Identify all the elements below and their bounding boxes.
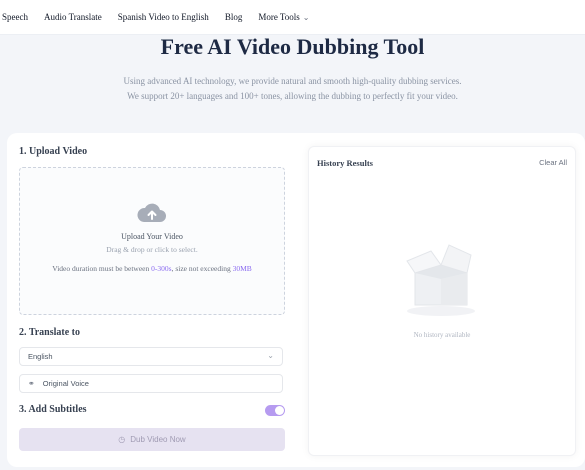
chevron-down-icon: ⌄ [267, 351, 274, 360]
video-upload-dropzone[interactable]: Upload Your Video Drag & drop or click t… [19, 167, 285, 315]
nav-item-more-tools[interactable]: More Tools ⌄ [258, 12, 309, 22]
page-subtitle: Using advanced AI technology, we provide… [0, 74, 585, 104]
upload-title: Upload Your Video [121, 232, 183, 241]
dub-video-button[interactable]: ◷ Dub Video Now [19, 428, 285, 451]
nav-more-tools-label: More Tools [258, 12, 300, 22]
clear-all-button[interactable]: Clear All [539, 158, 567, 167]
empty-box-icon [406, 244, 475, 316]
subtitles-section-title: 3. Add Subtitles [19, 404, 87, 415]
nav-item-audio-translate[interactable]: Audio Translate [44, 12, 102, 22]
nav-item-speech[interactable]: Speech [2, 12, 28, 22]
chevron-down-icon: ⌄ [302, 13, 310, 22]
upload-hint: Drag & drop or click to select. [106, 245, 198, 254]
language-select[interactable]: English ⌄ [19, 347, 283, 366]
limit-size: 30MB [232, 264, 252, 273]
upload-section-title: 1. Upload Video [19, 146, 88, 157]
history-panel: History Results Clear All No history ava… [308, 146, 576, 456]
language-select-value: English [28, 352, 53, 361]
empty-state-text: No history available [413, 331, 471, 339]
voice-select[interactable]: ⚭ Original Voice [19, 374, 283, 393]
upload-limit-text: Video duration must be between 0-300s, s… [20, 264, 284, 273]
dub-button-label: Dub Video Now [130, 435, 186, 444]
toggle-knob [275, 406, 284, 415]
limit-prefix: Video duration must be between [52, 264, 152, 273]
cloud-upload-icon [137, 203, 166, 222]
voice-select-value: Original Voice [42, 379, 89, 388]
page-title: Free AI Video Dubbing Tool [160, 34, 425, 59]
limit-middle: , size not exceeding [171, 264, 233, 273]
history-title: History Results [317, 158, 373, 168]
dubbing-card: 1. Upload Video Upload Your Video Drag &… [7, 133, 585, 467]
limit-duration: 0-300s [151, 264, 172, 273]
translate-section-title: 2. Translate to [19, 327, 81, 338]
nav-item-spanish-video-to-english[interactable]: Spanish Video to English [118, 12, 209, 22]
nav-item-blog[interactable]: Blog [225, 12, 243, 22]
clock-icon: ◷ [118, 435, 126, 444]
headphones-icon: ⚭ [28, 379, 35, 388]
subtitle-line-2: We support 20+ languages and 100+ tones,… [127, 91, 458, 101]
top-navigation: Speech Audio Translate Spanish Video to … [0, 0, 585, 35]
subtitle-line-1: Using advanced AI technology, we provide… [123, 76, 462, 86]
subtitles-toggle[interactable] [265, 405, 285, 416]
